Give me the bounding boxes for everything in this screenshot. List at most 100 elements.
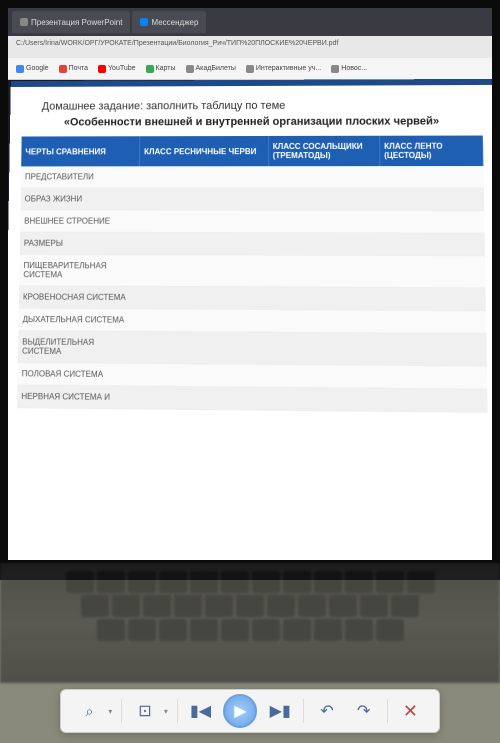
empty-cell	[139, 166, 268, 188]
empty-cell	[268, 364, 381, 388]
empty-cell	[268, 166, 380, 188]
row-label: НЕРВНАЯ СИСТЕМА И	[17, 385, 138, 409]
url-text: C:/Users/Irina/WORK/ОРГ/УРОКАТЕ/Презента…	[16, 40, 338, 47]
undo-icon: ↶	[320, 701, 333, 721]
row-label: КРОВЕНОСНАЯ СИСТЕМА	[19, 286, 139, 309]
tab-icon	[20, 18, 28, 26]
comparison-table: ЧЕРТЫ СРАВНЕНИЯ КЛАСС РЕСНИЧНЫЕ ЧЕРВИ КЛ…	[17, 136, 487, 413]
bookmark-item[interactable]: АкадБилеты	[186, 65, 236, 73]
table-row: ДЫХАТЕЛЬНАЯ СИСТЕМА	[18, 308, 485, 333]
zoom-button[interactable]: ⌕	[75, 697, 103, 725]
empty-cell	[268, 310, 381, 333]
next-button[interactable]: ▶▮	[266, 697, 294, 725]
bookmark-label: АкадБилеты	[196, 65, 236, 72]
bookmark-icon	[59, 65, 67, 73]
empty-cell	[381, 287, 486, 310]
bookmark-item[interactable]: Google	[16, 65, 49, 73]
header-traits: ЧЕРТЫ СРАВНЕНИЯ	[21, 136, 140, 166]
bookmark-icon	[246, 65, 254, 73]
bookmark-item[interactable]: Новос...	[331, 65, 367, 73]
header-ciliated: КЛАСС РЕСНИЧНЫЕ ЧЕРВИ	[139, 136, 268, 166]
bookmark-icon	[186, 65, 194, 73]
bookmark-icon	[98, 65, 106, 73]
fit-icon: ⊡	[138, 701, 151, 721]
empty-cell	[268, 210, 380, 233]
separator	[387, 699, 388, 723]
empty-cell	[382, 388, 487, 412]
empty-cell	[138, 331, 269, 364]
tab-icon	[140, 18, 148, 26]
row-label: ВЫДЕЛИТЕЛЬНАЯ СИСТЕМА	[18, 331, 138, 364]
bookmark-item[interactable]: Интерактивные уч...	[246, 65, 321, 73]
empty-cell	[381, 333, 486, 366]
bookmark-item[interactable]: Почта	[59, 65, 88, 73]
bookmark-label: Интерактивные уч...	[256, 65, 321, 72]
redo-icon: ↷	[357, 701, 370, 721]
empty-cell	[382, 365, 487, 389]
bookmark-label: Карты	[156, 65, 176, 72]
empty-cell	[381, 255, 485, 287]
bookmark-label: Google	[26, 65, 49, 72]
table-row: ВНЕШНЕЕ СТРОЕНИЕ	[20, 210, 484, 233]
bookmark-icon	[146, 65, 154, 73]
play-icon: ▶	[234, 701, 246, 721]
play-button[interactable]: ▶	[223, 694, 257, 728]
empty-cell	[380, 233, 484, 256]
bookmark-label: Новос...	[341, 65, 367, 72]
empty-cell	[138, 309, 268, 332]
bookmarks-bar: Google Почта YouTube Карты АкадБилеты Интерак…	[8, 58, 492, 80]
empty-cell	[269, 387, 383, 411]
bookmark-item[interactable]: Карты	[146, 65, 176, 73]
prev-icon: ▮◀	[190, 701, 211, 721]
next-icon: ▶▮	[270, 701, 291, 721]
laptop-keyboard	[0, 563, 500, 683]
empty-cell	[380, 210, 484, 233]
empty-cell	[268, 255, 381, 287]
bookmark-icon	[331, 65, 339, 73]
tab-presentation[interactable]: Презентация PowerPoint	[12, 11, 130, 33]
separator	[121, 699, 122, 723]
empty-cell	[268, 287, 381, 310]
header-trematodes: КЛАСС СОСАЛЬЩИКИ (ТРЕМАТОДЫ)	[268, 136, 380, 166]
empty-cell	[380, 188, 484, 211]
tab-label: Презентация PowerPoint	[31, 18, 122, 27]
bookmark-icon	[16, 65, 24, 73]
table-row: ВЫДЕЛИТЕЛЬНАЯ СИСТЕМА	[18, 331, 486, 366]
pdf-viewer-toolbar: ⌕ ▾ ⊡ ▾ ▮◀ ▶ ▶▮ ↶ ↷ ✕	[60, 689, 440, 733]
table-row: ПРЕДСТАВИТЕЛИ	[21, 166, 484, 188]
fit-button[interactable]: ⊡	[131, 697, 159, 725]
table-body: ПРЕДСТАВИТЕЛИОБРАЗ ЖИЗНИВНЕШНЕЕ СТРОЕНИЕ…	[17, 166, 487, 412]
row-label: ПОЛОВАЯ СИСТЕМА	[18, 362, 138, 386]
chevron-down-icon[interactable]: ▾	[164, 707, 168, 716]
undo-button[interactable]: ↶	[313, 697, 341, 725]
browser-tab-strip: Презентация PowerPoint Мессенджер	[8, 8, 492, 36]
empty-cell	[380, 166, 484, 188]
table-header-row: ЧЕРТЫ СРАВНЕНИЯ КЛАСС РЕСНИЧНЫЕ ЧЕРВИ КЛ…	[21, 136, 483, 167]
bookmark-item[interactable]: YouTube	[98, 65, 136, 73]
row-label: ПРЕДСТАВИТЕЛИ	[21, 166, 140, 188]
document-title-line2: «Особенности внешней и внутренней органи…	[22, 115, 483, 128]
row-label: ПИЩЕВАРИТЕЛЬНАЯ СИСТЕМА	[19, 254, 139, 286]
row-label: ВНЕШНЕЕ СТРОЕНИЕ	[20, 210, 139, 232]
laptop-screen: Презентация PowerPoint Мессенджер C:/Use…	[0, 0, 500, 580]
pdf-content: Домашнее задание: заполнить таблицу по т…	[2, 79, 500, 580]
empty-cell	[268, 233, 380, 256]
table-row: ПИЩЕВАРИТЕЛЬНАЯ СИСТЕМА	[19, 254, 485, 287]
empty-cell	[138, 386, 269, 410]
zoom-icon: ⌕	[86, 703, 94, 720]
redo-button[interactable]: ↷	[350, 697, 378, 725]
empty-cell	[268, 332, 381, 365]
chevron-down-icon[interactable]: ▾	[108, 707, 112, 716]
empty-cell	[139, 210, 268, 233]
close-button[interactable]: ✕	[396, 697, 424, 725]
tab-messenger[interactable]: Мессенджер	[132, 11, 206, 33]
close-icon: ✕	[403, 701, 418, 722]
separator	[177, 699, 178, 723]
row-label: РАЗМЕРЫ	[20, 232, 139, 255]
separator	[303, 699, 304, 723]
table-row: НЕРВНАЯ СИСТЕМА И	[17, 385, 487, 412]
address-bar[interactable]: C:/Users/Irina/WORK/ОРГ/УРОКАТЕ/Презента…	[8, 36, 492, 58]
empty-cell	[138, 286, 268, 309]
prev-button[interactable]: ▮◀	[187, 697, 215, 725]
table-row: ОБРАЗ ЖИЗНИ	[20, 188, 483, 211]
